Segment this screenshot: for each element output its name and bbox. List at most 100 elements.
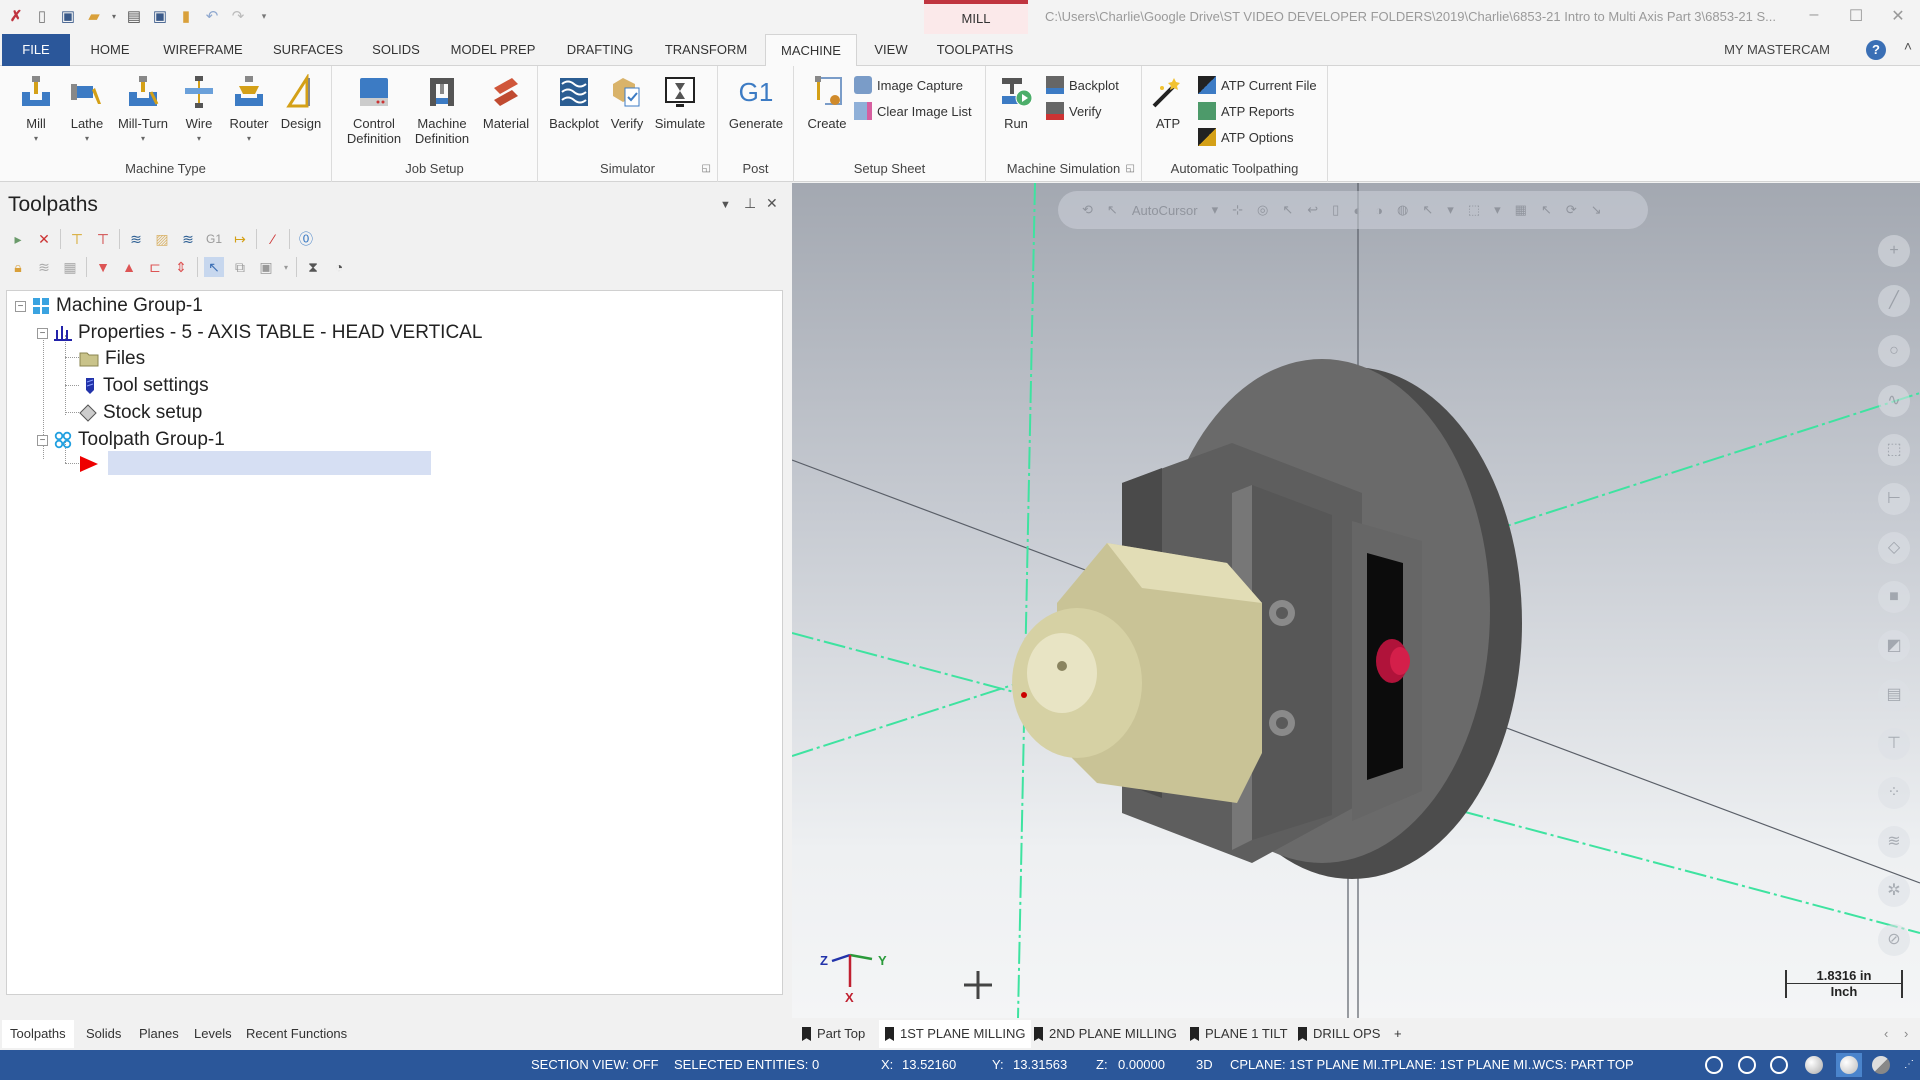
new-file-icon[interactable]: ▯	[32, 6, 52, 26]
tab-toolpaths[interactable]: TOOLPATHS	[930, 34, 1020, 66]
help-icon[interactable]: ⓪	[296, 229, 316, 249]
view-options-icon[interactable]: ▣	[256, 257, 276, 277]
save-icon[interactable]: ▣	[58, 6, 78, 26]
collapse-ribbon-icon[interactable]: ˄	[1904, 38, 1912, 54]
sim-backplot-button[interactable]: Backplot	[1046, 74, 1119, 96]
post-selected-icon[interactable]: G1	[204, 229, 224, 249]
regenerate-selected-icon[interactable]: ⊤	[67, 229, 87, 249]
backplot-selected-icon[interactable]: ≋	[126, 229, 146, 249]
mill-button[interactable]: Mill ▾	[16, 74, 56, 146]
surface-icon[interactable]: ◇	[1878, 532, 1910, 564]
select-last-icon[interactable]: ↖	[1541, 202, 1552, 218]
insert-arrow-icon[interactable]: ⊏	[145, 257, 165, 277]
tab-planes-manager[interactable]: Planes	[131, 1020, 187, 1048]
collapse-icon[interactable]: −	[15, 300, 26, 312]
move-up-icon[interactable]: ▲	[119, 257, 139, 277]
collapse-icon[interactable]: −	[37, 327, 48, 339]
view-dropdown-icon[interactable]: ▾	[282, 257, 290, 277]
regenerate-dirty-icon[interactable]: ⊤	[93, 229, 113, 249]
delete-toolpaths-icon[interactable]: ⁄	[263, 229, 283, 249]
app-logo-icon[interactable]: ✗	[6, 6, 26, 26]
entity-select-icon[interactable]: ◍	[1397, 202, 1408, 218]
simulate-selected-icon[interactable]: ≋	[178, 229, 198, 249]
spline-icon[interactable]: ∿	[1878, 385, 1910, 417]
tab-drafting[interactable]: DRAFTING	[560, 34, 640, 66]
dimension-icon[interactable]: ⊢	[1878, 483, 1910, 515]
print-icon[interactable]: ▤	[124, 6, 144, 26]
section-view-status[interactable]: SECTION VIEW: OFF	[531, 1050, 659, 1080]
simulate-button[interactable]: Simulate	[650, 74, 710, 131]
panel-close-icon[interactable]: ✕	[766, 195, 778, 212]
tab-levels-manager[interactable]: Levels	[186, 1020, 240, 1048]
single-display-icon[interactable]: ↖	[204, 257, 224, 277]
autocursor-dropdown-icon[interactable]: ▾	[1212, 202, 1219, 218]
chain-icon[interactable]: ↩	[1307, 202, 1318, 218]
view-mode-toggle[interactable]: 3D	[1196, 1050, 1213, 1080]
lathe-button[interactable]: Lathe ▾	[66, 74, 108, 146]
window-mode-dropdown-icon[interactable]: ▾	[1494, 202, 1501, 218]
tplane-status[interactable]: TPLANE: 1ST PLANE MI...	[1382, 1050, 1539, 1080]
toggle-display-icon[interactable]: ≋	[34, 257, 54, 277]
shaded-icon[interactable]	[1805, 1056, 1823, 1074]
simulator-launcher-icon[interactable]: ◱	[702, 163, 711, 174]
help-icon[interactable]: ?	[1866, 40, 1886, 60]
tab-machine[interactable]: MACHINE	[765, 34, 857, 67]
tool-manager-icon[interactable]: ◔	[329, 257, 349, 277]
tree-node-tool-settings[interactable]: Tool settings	[83, 375, 209, 397]
open-icon[interactable]: ▰	[84, 6, 104, 26]
tree-node-properties[interactable]: − Properties - 5 - AXIS TABLE - HEAD VER…	[37, 322, 482, 344]
scroll-left-icon[interactable]: ‹	[1878, 1020, 1894, 1048]
sim-verify-button[interactable]: Verify	[1046, 100, 1102, 122]
collapse-icon[interactable]: −	[37, 434, 48, 446]
view-tab-drill-ops[interactable]: DRILL OPS	[1292, 1020, 1386, 1048]
hidden-lines-icon[interactable]	[1770, 1056, 1788, 1074]
pin-icon[interactable]: ⊥	[744, 195, 756, 212]
router-button[interactable]: Router ▾	[226, 74, 272, 146]
planes-icon[interactable]: ◩	[1878, 630, 1910, 662]
select-all-icon[interactable]: ⟳	[1566, 202, 1577, 218]
minimize-button[interactable]: –	[1794, 6, 1834, 24]
highfeed-icon[interactable]: ↦	[230, 229, 250, 249]
tab-transform[interactable]: TRANSFORM	[660, 34, 752, 66]
tab-view[interactable]: VIEW	[866, 34, 916, 66]
wireframe-display-icon[interactable]	[1705, 1056, 1723, 1074]
verify-selected-icon[interactable]: ▨	[152, 229, 172, 249]
lock-icon[interactable]: 🔒︎	[8, 257, 28, 277]
generate-button[interactable]: G1 Generate	[724, 74, 788, 131]
tree-node-files[interactable]: Files	[79, 348, 145, 370]
tab-toolpaths-manager[interactable]: Toolpaths	[2, 1020, 74, 1048]
select-mode-dropdown-icon[interactable]: ▾	[1447, 202, 1454, 218]
my-mastercam-link[interactable]: MY MASTERCAM	[1724, 34, 1830, 66]
run-button[interactable]: Run	[996, 74, 1036, 131]
shaded-with-edges-icon[interactable]	[1840, 1056, 1858, 1074]
move-down-icon[interactable]: ▼	[93, 257, 113, 277]
autocursor-label[interactable]: AutoCursor	[1132, 203, 1198, 218]
window-mode-icon[interactable]: ⬚	[1468, 202, 1480, 218]
machine-definition-button[interactable]: Machine Definition	[410, 74, 474, 146]
circle-icon[interactable]: ○	[1878, 335, 1910, 367]
zoom-in-icon[interactable]: +	[1878, 235, 1910, 267]
wcs-status[interactable]: WCS: PART TOP	[1533, 1050, 1634, 1080]
atp-reports-button[interactable]: ATP Reports	[1198, 100, 1294, 122]
line-icon[interactable]: ╱	[1878, 285, 1910, 317]
verify-selection-icon[interactable]: ▦	[1515, 202, 1527, 218]
mill-turn-button[interactable]: Mill-Turn ▾	[112, 74, 174, 146]
atp-button[interactable]: ATP	[1148, 74, 1188, 131]
toggle-post-icon[interactable]: ▦	[60, 257, 80, 277]
tree-node-toolpath-group[interactable]: − Toolpath Group-1	[37, 429, 225, 451]
design-button[interactable]: Design	[276, 74, 326, 131]
wire-button[interactable]: Wire ▾	[178, 74, 220, 146]
levels-icon[interactable]: ▤	[1878, 679, 1910, 711]
shaded-display-icon[interactable]	[1738, 1056, 1756, 1074]
solid-face-icon[interactable]: ◐	[1353, 203, 1361, 218]
tab-recent-functions[interactable]: Recent Functions	[238, 1020, 355, 1048]
customize-icon[interactable]: ▾	[254, 6, 274, 26]
deselect-all-icon[interactable]: ✕	[34, 229, 54, 249]
simulate-icon[interactable]: ⧗	[303, 257, 323, 277]
cursor-icon[interactable]: ↖	[1282, 202, 1293, 218]
points-icon[interactable]: ⁘	[1878, 777, 1910, 809]
clear-selection-icon[interactable]: ⟲	[1082, 202, 1093, 218]
maximize-button[interactable]: ☐	[1836, 6, 1876, 26]
translucency-icon[interactable]	[1872, 1056, 1890, 1074]
close-button[interactable]: ✕	[1878, 6, 1918, 26]
